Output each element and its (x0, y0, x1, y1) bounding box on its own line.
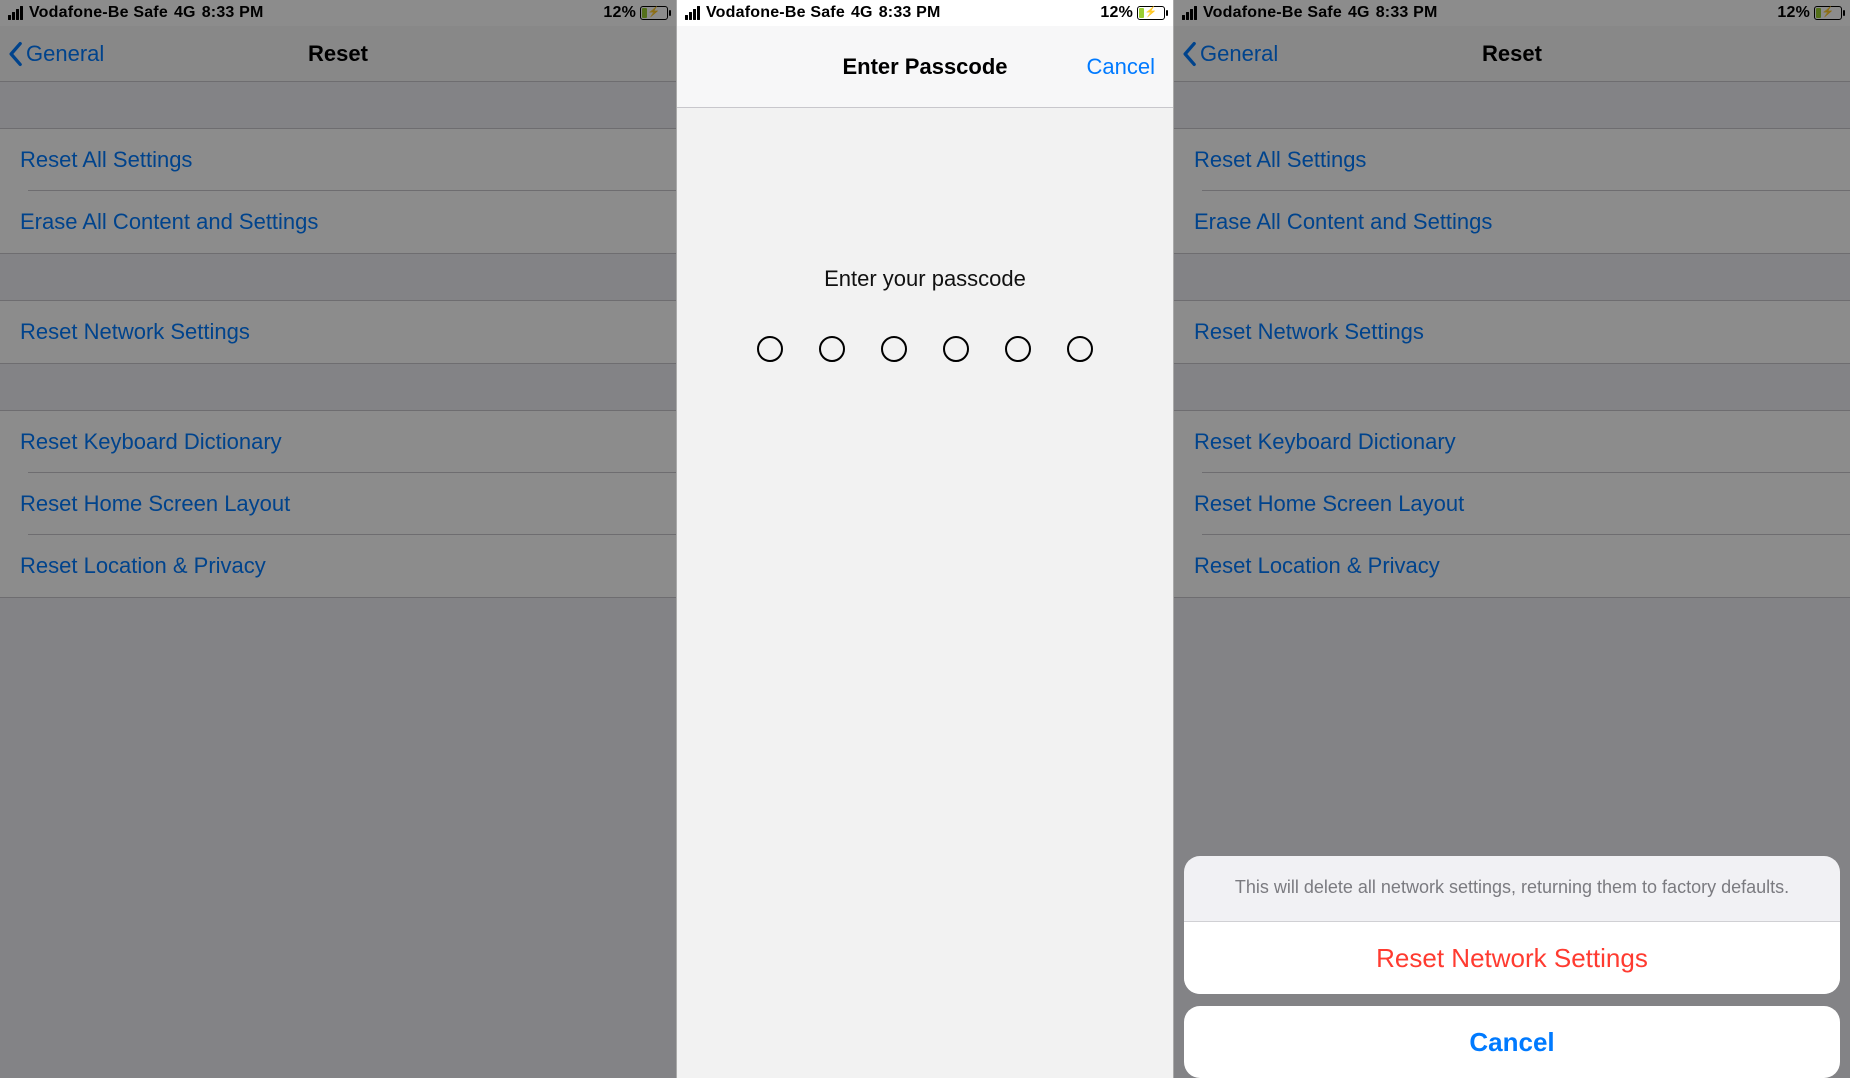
status-bar: Vodafone-Be Safe 4G 8:33 PM 12% ⚡ (1174, 0, 1850, 26)
back-label: General (1200, 41, 1278, 67)
row-label: Reset All Settings (20, 147, 192, 173)
time-label: 8:33 PM (202, 4, 264, 22)
passcode-dot (943, 336, 969, 362)
network-label: 4G (1348, 4, 1370, 22)
row-reset-keyboard[interactable]: Reset Keyboard Dictionary (1174, 411, 1850, 473)
battery-percent: 12% (1777, 4, 1810, 22)
action-sheet: This will delete all network settings, r… (1184, 856, 1840, 1078)
signal-icon (685, 6, 700, 20)
sheet-confirm-button[interactable]: Reset Network Settings (1184, 922, 1840, 994)
row-erase-all[interactable]: Erase All Content and Settings (1174, 191, 1850, 253)
battery-icon: ⚡ (640, 6, 668, 20)
passcode-dots[interactable] (757, 336, 1093, 362)
row-label: Reset Home Screen Layout (1194, 491, 1464, 517)
row-reset-all[interactable]: Reset All Settings (0, 129, 676, 191)
chevron-left-icon (6, 41, 24, 67)
carrier-label: Vodafone-Be Safe (1203, 4, 1342, 22)
battery-percent: 12% (1100, 4, 1133, 22)
row-label: Reset Home Screen Layout (20, 491, 290, 517)
row-label: Reset Keyboard Dictionary (1194, 429, 1456, 455)
row-label: Erase All Content and Settings (1194, 209, 1492, 235)
row-reset-location[interactable]: Reset Location & Privacy (0, 535, 676, 597)
passcode-dot (757, 336, 783, 362)
reset-list: Reset All Settings Erase All Content and… (0, 82, 676, 1078)
nav-header: Enter Passcode Cancel (677, 26, 1173, 108)
nav-header: General Reset (1174, 26, 1850, 82)
passcode-content: Enter your passcode (677, 108, 1173, 1078)
row-reset-network[interactable]: Reset Network Settings (0, 301, 676, 363)
back-button[interactable]: General (6, 26, 104, 81)
row-label: Reset Network Settings (20, 319, 250, 345)
battery-icon: ⚡ (1814, 6, 1842, 20)
nav-header: General Reset (0, 26, 676, 82)
row-label: Reset Location & Privacy (20, 553, 266, 579)
passcode-prompt: Enter your passcode (677, 266, 1173, 292)
network-label: 4G (851, 4, 873, 22)
status-bar: Vodafone-Be Safe 4G 8:33 PM 12% ⚡ (677, 0, 1173, 26)
page-title: Reset (1482, 41, 1542, 67)
cancel-button[interactable]: Cancel (1087, 26, 1155, 107)
row-reset-network[interactable]: Reset Network Settings (1174, 301, 1850, 363)
signal-icon (8, 6, 23, 20)
row-reset-home[interactable]: Reset Home Screen Layout (1174, 473, 1850, 535)
row-reset-location[interactable]: Reset Location & Privacy (1174, 535, 1850, 597)
battery-icon: ⚡ (1137, 6, 1165, 20)
passcode-dot (1067, 336, 1093, 362)
sheet-message: This will delete all network settings, r… (1184, 856, 1840, 922)
row-label: Erase All Content and Settings (20, 209, 318, 235)
row-erase-all[interactable]: Erase All Content and Settings (0, 191, 676, 253)
passcode-dot (881, 336, 907, 362)
passcode-dot (819, 336, 845, 362)
row-reset-keyboard[interactable]: Reset Keyboard Dictionary (0, 411, 676, 473)
status-bar: Vodafone-Be Safe 4G 8:33 PM 12% ⚡ (0, 0, 676, 26)
time-label: 8:33 PM (879, 4, 941, 22)
sheet-cancel-button[interactable]: Cancel (1184, 1006, 1840, 1078)
row-label: Reset Location & Privacy (1194, 553, 1440, 579)
row-label: Reset Keyboard Dictionary (20, 429, 282, 455)
back-label: General (26, 41, 104, 67)
panel-reset-list: Vodafone-Be Safe 4G 8:33 PM 12% ⚡ Genera… (0, 0, 676, 1078)
carrier-label: Vodafone-Be Safe (29, 4, 168, 22)
sheet-group: This will delete all network settings, r… (1184, 856, 1840, 994)
page-title: Reset (308, 41, 368, 67)
page-title: Enter Passcode (842, 54, 1007, 80)
panel-action-sheet: Vodafone-Be Safe 4G 8:33 PM 12% ⚡ Genera… (1174, 0, 1850, 1078)
row-reset-home[interactable]: Reset Home Screen Layout (0, 473, 676, 535)
battery-percent: 12% (603, 4, 636, 22)
passcode-dot (1005, 336, 1031, 362)
row-reset-all[interactable]: Reset All Settings (1174, 129, 1850, 191)
chevron-left-icon (1180, 41, 1198, 67)
signal-icon (1182, 6, 1197, 20)
panel-passcode: Vodafone-Be Safe 4G 8:33 PM 12% ⚡ Enter … (676, 0, 1174, 1078)
time-label: 8:33 PM (1376, 4, 1438, 22)
back-button[interactable]: General (1180, 26, 1278, 81)
network-label: 4G (174, 4, 196, 22)
row-label: Reset All Settings (1194, 147, 1366, 173)
row-label: Reset Network Settings (1194, 319, 1424, 345)
carrier-label: Vodafone-Be Safe (706, 4, 845, 22)
